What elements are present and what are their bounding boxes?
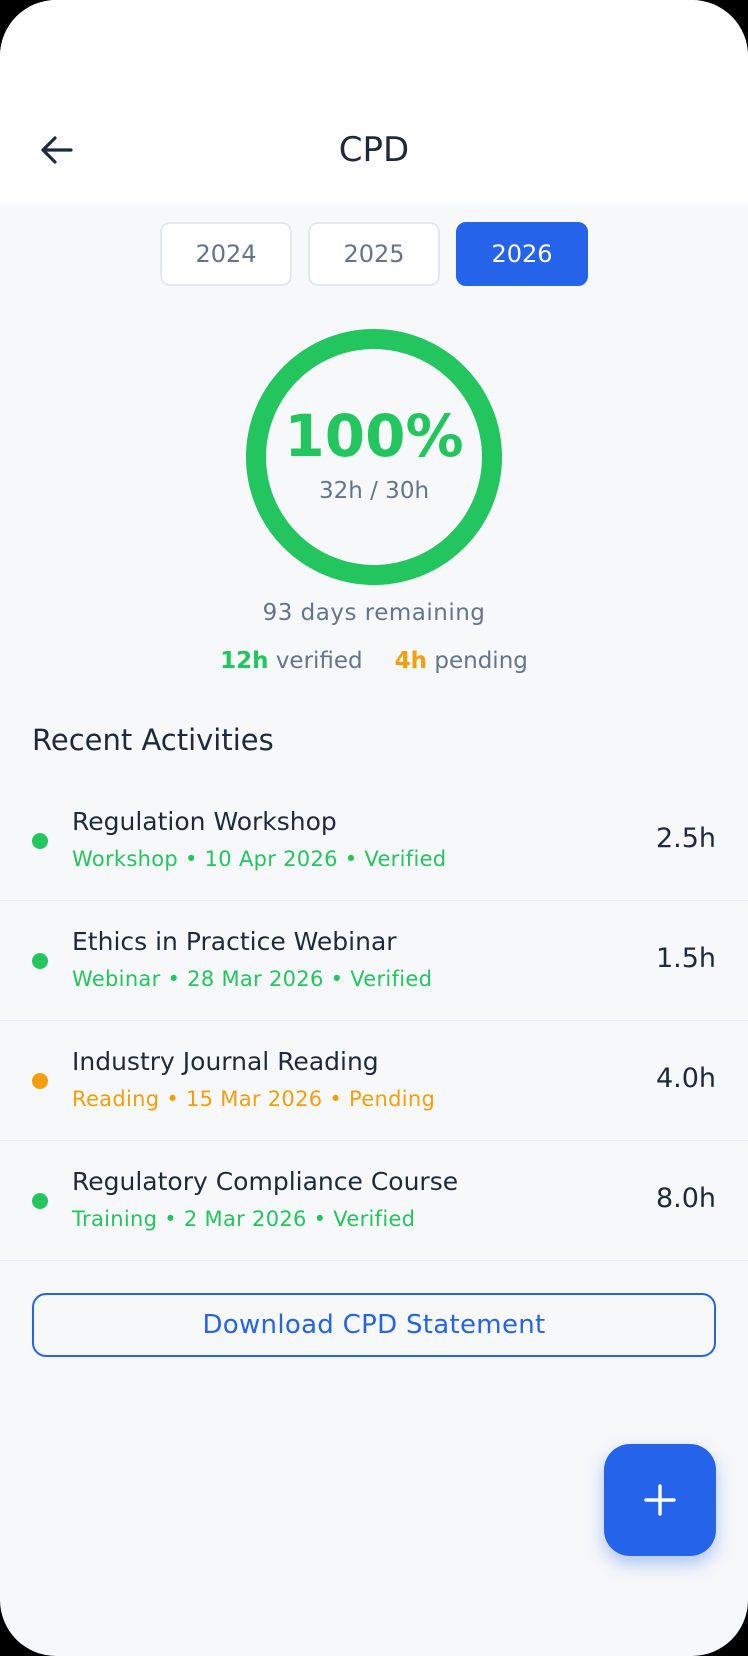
activity-title: Regulatory Compliance Course	[72, 1167, 459, 1196]
status-dot	[32, 953, 48, 969]
list-item[interactable]: Industry Journal Reading Reading • 15 Ma…	[0, 1021, 748, 1141]
status-dot	[32, 1073, 48, 1089]
activity-meta: Webinar • 28 Mar 2026 • Verified	[72, 967, 433, 991]
year-selector: 2024 2025 2026	[0, 222, 748, 286]
add-activity-button[interactable]	[604, 1444, 716, 1556]
progress-hours: 32h / 30h	[318, 478, 430, 504]
status-dot	[32, 1193, 48, 1209]
app-header: CPD	[0, 0, 748, 204]
activity-title: Regulation Workshop	[72, 807, 337, 836]
list-item[interactable]: Regulatory Compliance Course Training • …	[0, 1141, 748, 1261]
activity-title: Industry Journal Reading	[72, 1047, 379, 1076]
plus-icon	[644, 1484, 676, 1516]
days-remaining: 93 days remaining	[262, 600, 486, 626]
year-tab-2026[interactable]: 2026	[456, 222, 588, 286]
verified-stat: 12h verified	[220, 648, 363, 674]
activity-hours: 1.5h	[655, 943, 716, 974]
activity-meta: Training • 2 Mar 2026 • Verified	[72, 1207, 416, 1231]
year-tab-2024[interactable]: 2024	[160, 222, 292, 286]
section-title-recent-activities: Recent Activities	[32, 723, 274, 757]
verified-label: verified	[275, 648, 363, 674]
activity-meta: Reading • 15 Mar 2026 • Pending	[72, 1087, 436, 1111]
page-title: CPD	[338, 130, 410, 170]
activity-title: Ethics in Practice Webinar	[72, 927, 397, 956]
status-dot	[32, 833, 48, 849]
hours-summary: 12h verified 4h pending	[0, 648, 748, 674]
activity-hours: 8.0h	[655, 1183, 716, 1214]
activity-hours: 4.0h	[655, 1063, 716, 1094]
progress-ring: 100% 32h / 30h	[244, 327, 504, 587]
download-cpd-statement-button[interactable]: Download CPD Statement	[32, 1293, 716, 1357]
pending-hours: 4h	[394, 648, 428, 674]
list-item[interactable]: Regulation Workshop Workshop • 10 Apr 20…	[0, 781, 748, 901]
pending-label: pending	[434, 648, 528, 674]
year-tab-2025[interactable]: 2025	[308, 222, 440, 286]
activity-hours: 2.5h	[655, 823, 716, 854]
list-item[interactable]: Ethics in Practice Webinar Webinar • 28 …	[0, 901, 748, 1021]
progress-percent: 100%	[284, 402, 464, 470]
activity-meta: Workshop • 10 Apr 2026 • Verified	[72, 847, 447, 871]
activity-list: Regulation Workshop Workshop • 10 Apr 20…	[0, 781, 748, 1261]
verified-hours: 12h	[220, 648, 269, 674]
pending-stat: 4h pending	[395, 648, 528, 674]
app-screen: CPD 2024 2025 2026 100% 32h / 30h 93 day…	[0, 0, 748, 1656]
progress-ring-text: 100% 32h / 30h	[244, 327, 504, 587]
